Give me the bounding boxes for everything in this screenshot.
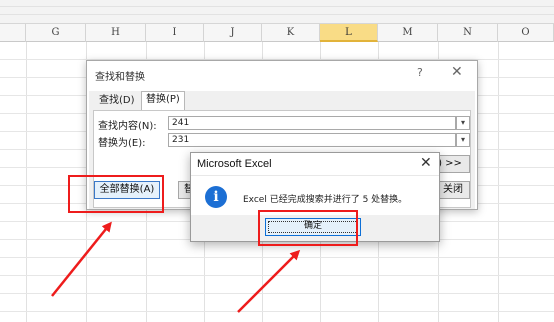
arrow-to-replace-all — [51, 221, 112, 297]
annotation-arrows — [51, 221, 301, 313]
arrow-to-ok-button — [237, 249, 301, 313]
